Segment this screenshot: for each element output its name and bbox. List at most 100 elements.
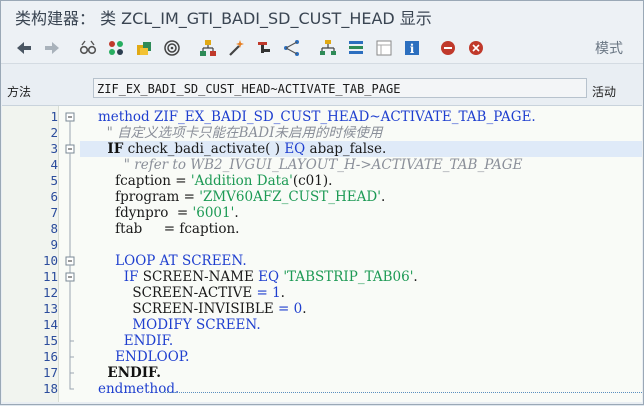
code-token: '6001' (192, 205, 235, 221)
code-token: 'Addition Data' (190, 173, 293, 189)
fold-margin (60, 106, 80, 402)
code-token: IF (98, 269, 139, 285)
line-number: 8 (50, 221, 58, 236)
line-number: 3 (50, 141, 58, 156)
window-title: 类构建器： 类 ZCL_IM_GTI_BADI_SD_CUST_HEAD 显示 (1, 1, 643, 33)
fold-guide-line (69, 121, 74, 390)
line-number: 14 (42, 317, 58, 332)
code-token: " 自定义选项卡只能在BADI未启用的时候使用 (98, 125, 383, 141)
object-list-icon[interactable] (105, 37, 127, 59)
code-line[interactable]: SCREEN-ACTIVE = 1. (80, 285, 642, 301)
class-builder-window: 类构建器： 类 ZCL_IM_GTI_BADI_SD_CUST_HEAD 显示 … (0, 0, 644, 405)
other-object-icon[interactable] (133, 37, 155, 59)
code-line[interactable]: " 自定义选项卡只能在BADI未启用的时候使用 (80, 125, 642, 141)
code-token: ftab = fcaption. (98, 221, 240, 237)
code-line[interactable]: ENDLOOP. (80, 349, 642, 365)
code-token: endmethod. (98, 381, 180, 397)
code-token: = (278, 301, 290, 317)
code-token: 'ZMV60AFZ_CUST_HEAD' (199, 189, 381, 205)
code-token: EQ (284, 141, 306, 157)
method-label: 方法 (7, 85, 32, 99)
code-line[interactable]: IF SCREEN-NAME EQ 'TABSTRIP_TAB06'. (80, 269, 642, 285)
svg-text:i: i (410, 42, 415, 56)
code-token: fdynpro = (98, 205, 193, 221)
code-line[interactable]: fcaption = 'Addition Data'(c01). (80, 173, 642, 189)
code-line[interactable]: SCREEN-INVISIBLE = 0. (80, 301, 642, 317)
code-token: ZIF_EX_BADI_SD_CUST_HEAD~ACTIVATE_TAB_PA… (149, 109, 536, 125)
code-token: fcaption = (98, 173, 191, 189)
fold-guide-line (69, 281, 74, 342)
magic-wand-icon[interactable] (225, 37, 247, 59)
line-number: 16 (42, 349, 58, 364)
code-token: 0 (293, 301, 303, 317)
code-token: ENDIF. (98, 365, 161, 381)
line-number: 9 (50, 237, 58, 252)
code-line[interactable]: fprogram = 'ZMV60AFZ_CUST_HEAD'. (80, 189, 642, 205)
code-token: fprogram = (98, 189, 200, 205)
line-number: 10 (42, 253, 58, 268)
forward-arrow-icon[interactable] (41, 37, 63, 59)
code-token: ENDIF. (98, 333, 174, 349)
code-token: ENDLOOP. (98, 349, 190, 365)
code-token: MODIFY SCREEN. (98, 317, 261, 333)
hierarchy-icon[interactable] (197, 37, 219, 59)
code-line[interactable] (80, 237, 642, 253)
status-label: 活动 (592, 85, 617, 99)
network-icon[interactable] (281, 37, 303, 59)
back-arrow-icon[interactable] (13, 37, 35, 59)
line-number: 11 (42, 269, 58, 284)
structure-icon[interactable] (345, 37, 367, 59)
code-line[interactable]: endmethod. (80, 381, 642, 397)
line-number: 18 (42, 381, 58, 396)
code-line[interactable]: fdynpro = '6001'. (80, 205, 642, 221)
code-token: method (98, 109, 150, 125)
code-token: . (302, 301, 307, 317)
line-number: 4 (50, 157, 58, 172)
line-number: 5 (50, 173, 58, 188)
code-token: 'TABSTRIP_TAB06' (283, 269, 414, 285)
line-number: 12 (42, 285, 58, 300)
code-token: = (256, 285, 268, 301)
end-marker-line (162, 392, 642, 393)
code-line[interactable]: IF check_badi_activate( ) EQ abap_false. (80, 141, 642, 157)
method-field[interactable]: ZIF_EX_BADI_SD_CUST_HEAD~ACTIVATE_TAB_PA… (93, 78, 587, 98)
line-number: 17 (42, 365, 58, 380)
code-token: SCREEN-INVISIBLE (98, 301, 278, 317)
line-number: 1 (50, 109, 58, 124)
code-line[interactable]: method ZIF_EX_BADI_SD_CUST_HEAD~ACTIVATE… (80, 109, 642, 125)
code-token: SCREEN-ACTIVE (98, 285, 257, 301)
code-line[interactable]: ENDIF. (80, 333, 642, 349)
window-icon[interactable] (373, 37, 395, 59)
code-token: . (413, 269, 418, 285)
code-token: EQ (258, 269, 280, 285)
where-used-icon[interactable] (161, 37, 183, 59)
line-number-gutter: 1 2 3 4 5 6 7 8 9 10 11 12 13 14 15 16 17 18 (2, 106, 59, 402)
code-line[interactable]: ftab = fcaption. (80, 221, 642, 237)
code-token: SCREEN-NAME (138, 269, 259, 285)
application-toolbar: i 模式 (1, 33, 643, 64)
code-token: . (234, 205, 239, 221)
code-token: check_badi_activate( ) (123, 141, 285, 157)
line-number: 6 (50, 189, 58, 204)
code-line[interactable]: " refer to WB2_IVGUI_LAYOUT_H->ACTIVATE_… (80, 157, 642, 173)
code-line[interactable]: LOOP AT SCREEN. (80, 253, 642, 269)
tree-icon[interactable] (317, 37, 339, 59)
glasses-icon[interactable] (77, 37, 99, 59)
code-token: 1 (272, 285, 281, 301)
mode-button[interactable]: 模式 (595, 38, 623, 58)
code-token: " refer to WB2_IVGUI_LAYOUT_H->ACTIVATE_… (98, 157, 523, 173)
inspect-icon[interactable] (253, 37, 275, 59)
code-editor[interactable]: 1 2 3 4 5 6 7 8 9 10 11 12 13 14 15 16 17 18 method ZIF_E… (2, 105, 642, 402)
code-token: LOOP AT SCREEN. (98, 253, 247, 269)
code-line[interactable]: ENDIF. (80, 365, 642, 381)
debug-stop-icon[interactable] (437, 37, 459, 59)
code-token: (c01). (292, 173, 333, 189)
line-number: 2 (50, 125, 58, 140)
code-token: abap_false. (305, 141, 387, 157)
info-icon[interactable]: i (401, 37, 423, 59)
code-line[interactable]: MODIFY SCREEN. (80, 317, 642, 333)
breakpoint-icon[interactable] (465, 37, 487, 59)
method-row: 方法 ZIF_EX_BADI_SD_CUST_HEAD~ACTIVATE_TAB… (1, 64, 643, 104)
code-token: . (280, 285, 285, 301)
code-area[interactable]: method ZIF_EX_BADI_SD_CUST_HEAD~ACTIVATE… (80, 106, 642, 402)
